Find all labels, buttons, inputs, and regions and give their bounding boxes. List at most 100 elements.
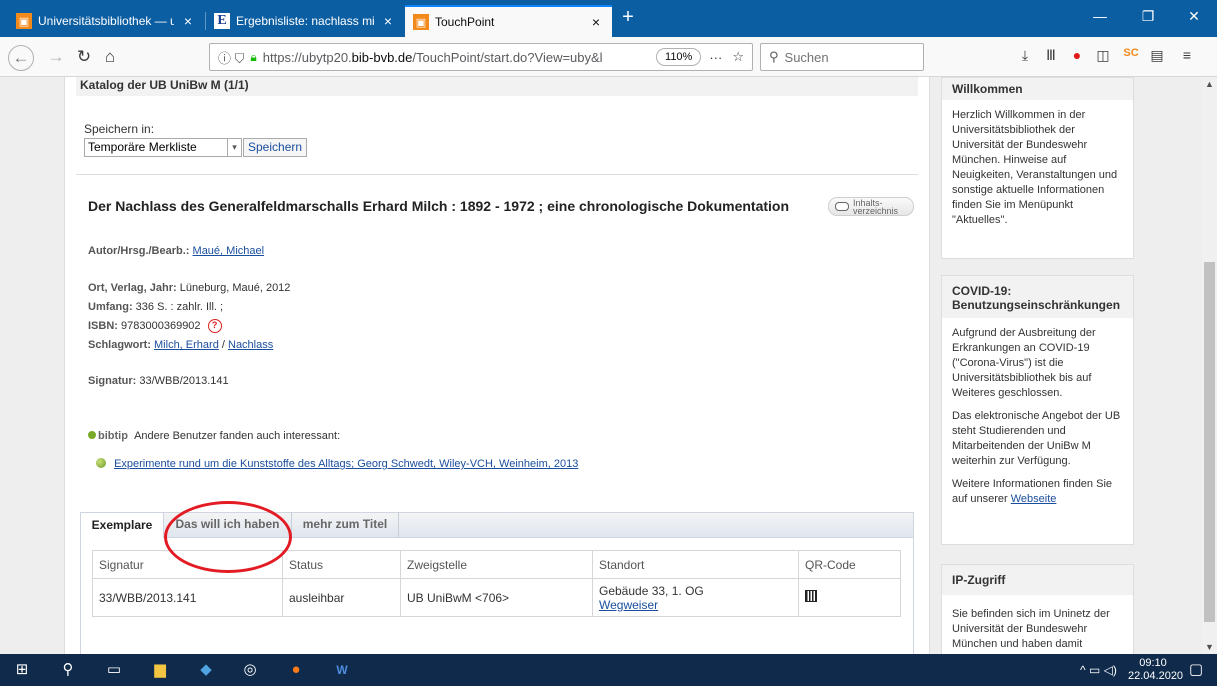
qr-code-icon[interactable]: [805, 590, 817, 602]
home-icon[interactable]: ⌂: [98, 46, 122, 70]
divider: [76, 174, 918, 175]
sc-addon-icon[interactable]: SC: [1120, 47, 1142, 67]
save-list-selected: Temporäre Merkliste: [88, 140, 197, 154]
signature-label: Signatur:: [88, 375, 137, 387]
subject-link-milch[interactable]: Milch, Erhard: [154, 339, 219, 351]
firefox-icon[interactable]: ●: [274, 654, 318, 686]
col-header-qr-code: QR-Code: [798, 550, 901, 579]
tab-close-icon[interactable]: ×: [380, 13, 396, 29]
site-info-icon[interactable]: ⓘ ⛉: [218, 48, 244, 67]
page-viewport: Katalog der UB UniBw M (1/1) Speichern i…: [0, 77, 1202, 654]
tab-title: TouchPoint: [435, 15, 495, 29]
back-arrow-icon[interactable]: ←: [8, 45, 34, 71]
scroll-thumb[interactable]: [1204, 262, 1215, 622]
publication-field: Ort, Verlag, Jahr: Lüneburg, Maué, 2012: [88, 282, 290, 294]
subject-link-nachlass[interactable]: Nachlass: [228, 339, 273, 351]
cell-zweigstelle: UB UniBwM <706>: [400, 578, 593, 617]
signature-field: Signatur: 33/WBB/2013.141: [88, 375, 229, 387]
recommendation-link[interactable]: Experimente rund um die Kunststoffe des …: [114, 458, 578, 470]
url-text[interactable]: https://ubytp20.bib-bvb.de/TouchPoint/st…: [263, 50, 656, 65]
bullet-icon: [96, 458, 106, 468]
search-icon[interactable]: ⚲: [46, 654, 90, 686]
browser-tab-touchpoint[interactable]: ▣ TouchPoint ×: [405, 5, 612, 37]
chevron-down-icon[interactable]: ▾: [227, 139, 241, 156]
scroll-up-icon[interactable]: ▲: [1202, 79, 1217, 89]
ip-access-title: IP-Zugriff: [942, 565, 1133, 595]
browser-tab-ub[interactable]: ▣ Universitätsbibliothek — ub ×: [8, 5, 204, 37]
app-circle-icon[interactable]: ◎: [228, 654, 272, 686]
table-row: 33/WBB/2013.141 ausleihbar UB UniBwM <70…: [92, 578, 901, 617]
save-list-select[interactable]: Temporäre Merkliste ▾: [84, 138, 242, 157]
notifications-icon[interactable]: ▢: [1176, 654, 1216, 686]
tab-title: Ergebnisliste: nachlass milch: C: [236, 14, 374, 28]
tab-close-icon[interactable]: ×: [588, 14, 604, 30]
addon-badge-icon[interactable]: ●: [1066, 47, 1088, 67]
sidebar-toggle-icon[interactable]: ◫: [1092, 47, 1114, 67]
minimize-button[interactable]: —: [1080, 8, 1120, 24]
e-favicon-icon: E: [214, 13, 230, 29]
isbn-field: ISBN: 9783000369902 ?: [88, 319, 222, 333]
signature-value: 33/WBB/2013.141: [139, 375, 229, 387]
system-tray-icons[interactable]: ^ ▭ ◁): [1080, 663, 1117, 677]
page-actions-menu-icon[interactable]: ···: [709, 50, 722, 65]
clock-time: 09:10: [1139, 657, 1167, 669]
bibtip-logo-icon: [88, 431, 96, 439]
wegweiser-link[interactable]: Wegweiser: [599, 598, 658, 612]
author-label: Autor/Hrsg./Bearb.:: [88, 245, 190, 257]
windows-start-icon[interactable]: ⊞: [0, 654, 44, 686]
author-field: Autor/Hrsg./Bearb.: Maué, Michael: [88, 245, 264, 257]
subject-separator: /: [221, 339, 225, 351]
word-icon[interactable]: W: [320, 654, 364, 686]
file-explorer-icon[interactable]: ▆: [138, 654, 182, 686]
reload-icon[interactable]: ↻: [72, 46, 96, 70]
forward-arrow-icon[interactable]: →: [44, 46, 68, 70]
covid-paragraph-2: Das elektronische Angebot der UB steht S…: [952, 410, 1121, 467]
tab-close-icon[interactable]: ×: [180, 13, 196, 29]
library-icon[interactable]: Ⅲ: [1040, 47, 1062, 67]
taskbar-clock[interactable]: 09:10 22.04.2020: [1128, 657, 1184, 683]
tab-exemplare[interactable]: Exemplare: [80, 512, 164, 539]
toc-label: Inhalts-verzeichnis: [853, 197, 899, 216]
vertical-scrollbar[interactable]: ▲ ▼: [1202, 77, 1217, 654]
cell-status: ausleihbar: [282, 578, 401, 617]
save-in-label: Speichern in:: [84, 122, 155, 136]
clock-date: 22.04.2020: [1128, 670, 1184, 682]
webseite-link[interactable]: Webseite: [1011, 493, 1057, 505]
save-button[interactable]: Speichern: [243, 138, 308, 157]
covid-paragraph-3: Weitere Informationen finden Sie auf uns…: [952, 478, 1112, 505]
tab-title: Universitätsbibliothek — ub: [38, 14, 174, 28]
recommendation-item: Experimente rund um die Kunststoffe des …: [96, 458, 578, 470]
hamburger-menu-icon[interactable]: ≡: [1176, 47, 1198, 67]
col-header-zweigstelle: Zweigstelle: [400, 550, 593, 579]
extent-field: Umfang: 336 S. : zahlr. Ill. ;: [88, 301, 223, 313]
tab-mehr-zum-titel[interactable]: mehr zum Titel: [292, 512, 399, 539]
container-icon[interactable]: ▤: [1146, 47, 1168, 67]
catalog-header: Katalog der UB UniBw M (1/1): [76, 77, 918, 96]
app-icon[interactable]: ◆: [184, 654, 228, 686]
author-link[interactable]: Maué, Michael: [193, 245, 265, 257]
url-bar[interactable]: ⓘ ⛉ 🔒︎ https://ubytp20.bib-bvb.de/TouchP…: [209, 43, 753, 71]
isbn-label: ISBN:: [88, 319, 118, 332]
covid-box: COVID-19: Benutzungseinschränkungen Aufg…: [941, 275, 1134, 545]
new-tab-button[interactable]: +: [614, 6, 642, 29]
isbn-info-icon[interactable]: ?: [207, 319, 222, 333]
toc-icon: [835, 202, 849, 211]
browser-tab-ergebnisliste[interactable]: E Ergebnisliste: nachlass milch: C ×: [206, 5, 404, 37]
isbn-value: 9783000369902: [121, 319, 201, 332]
scroll-down-icon[interactable]: ▼: [1202, 642, 1217, 652]
window-close-button[interactable]: ✕: [1174, 8, 1214, 25]
search-icon: ⚲: [769, 49, 779, 64]
welcome-text: Herzlich Willkommen in der Universitätsb…: [952, 109, 1118, 226]
zoom-level-badge[interactable]: 110%: [656, 48, 702, 66]
restore-button[interactable]: ❐: [1128, 8, 1168, 25]
bibtip-section: bibtip Andere Benutzer fanden auch inter…: [88, 430, 340, 442]
lock-icon[interactable]: 🔒︎: [250, 50, 256, 65]
bookmark-star-icon[interactable]: ☆: [732, 49, 744, 65]
windows-taskbar: ⊞ ⚲ ▭ ▆ ◆ ◎ ● W ^ ▭ ◁) 09:10 22.04.2020 …: [0, 654, 1217, 686]
subject-field: Schlagwort: Milch, Erhard / Nachlass: [88, 339, 273, 351]
task-view-icon[interactable]: ▭: [92, 654, 136, 686]
search-bar[interactable]: ⚲ Suchen: [760, 43, 924, 71]
covid-title: COVID-19: Benutzungseinschränkungen: [942, 276, 1133, 318]
toc-button[interactable]: Inhalts-verzeichnis: [828, 197, 914, 216]
downloads-icon[interactable]: ⤓: [1014, 47, 1036, 67]
